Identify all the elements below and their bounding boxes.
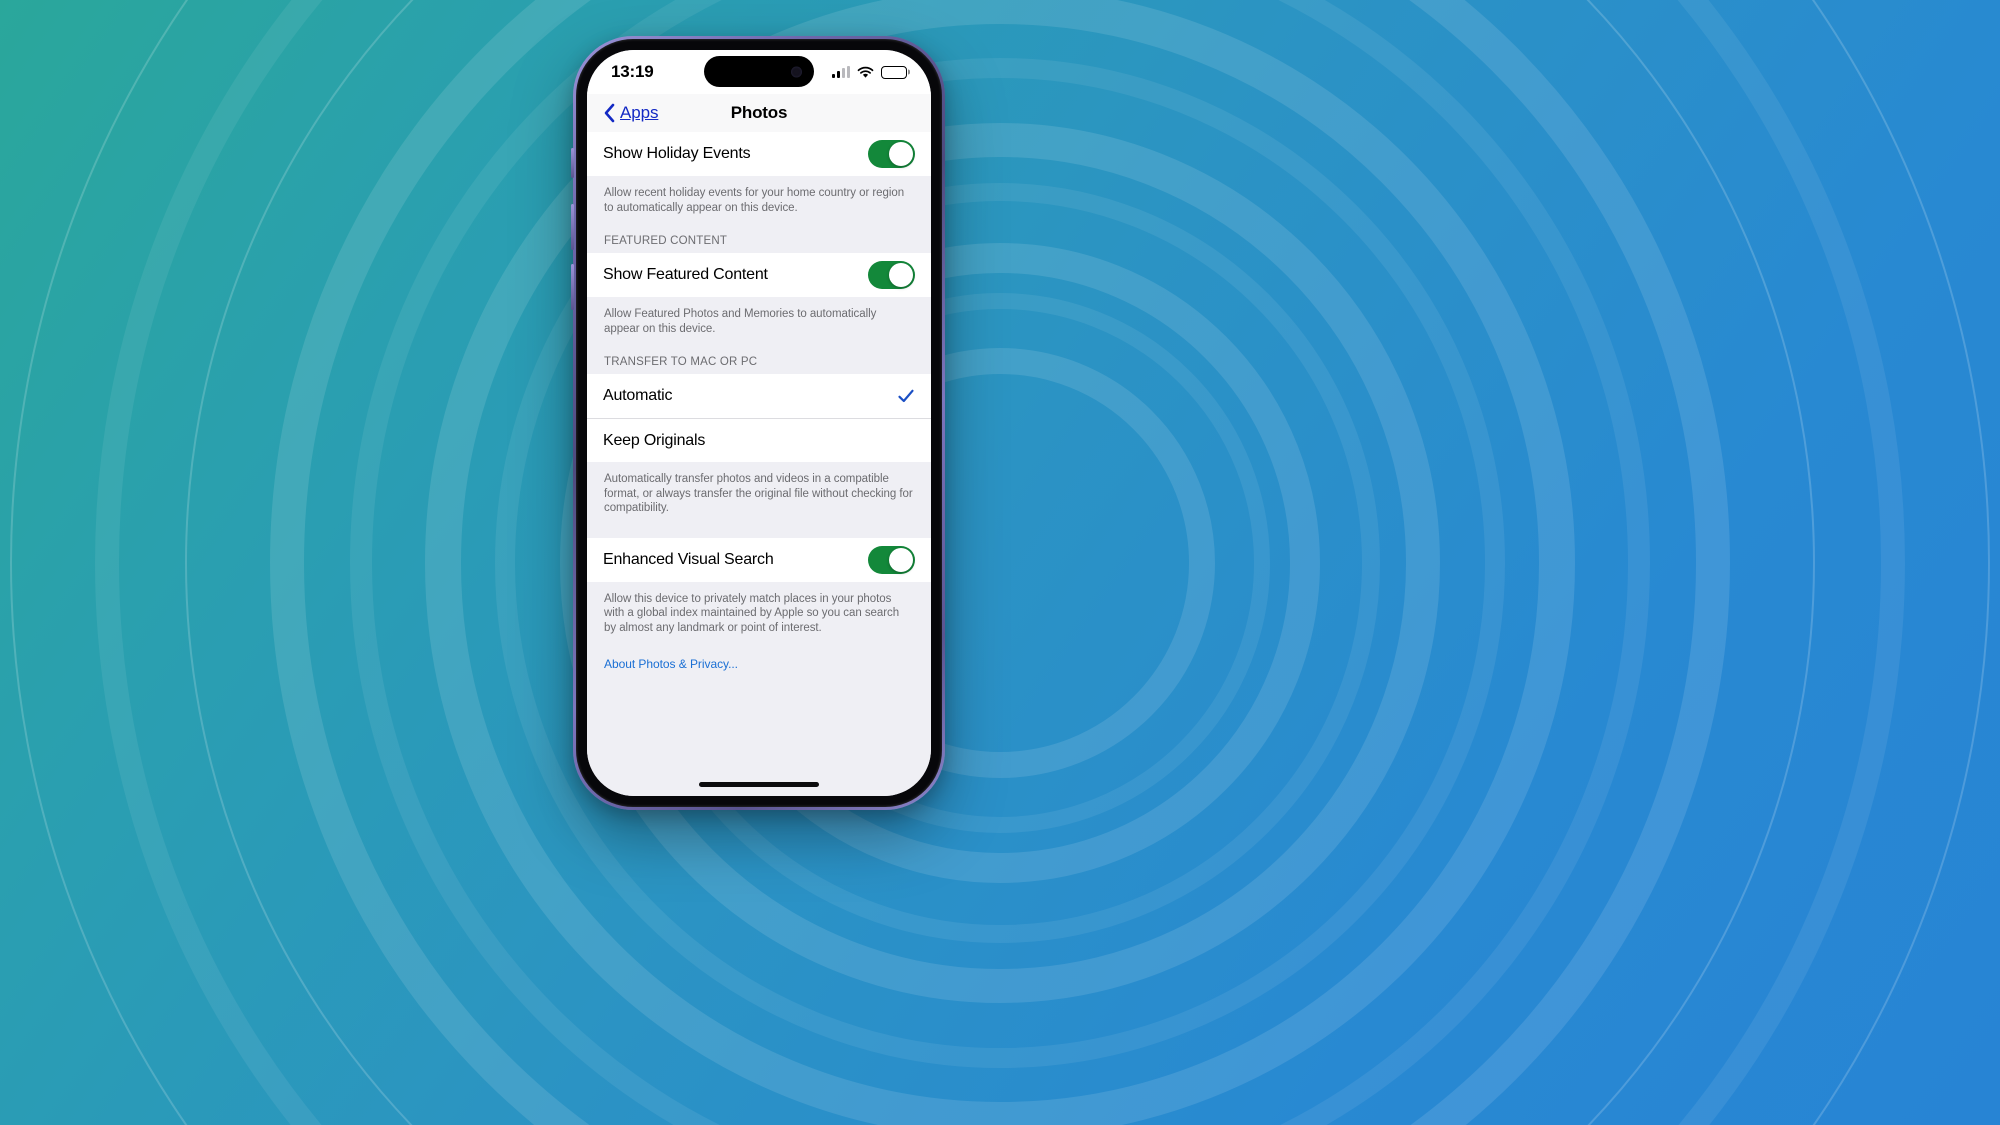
phone-bezel: 13:19 Apps Photos Show Holiday Events Al… [576, 39, 942, 807]
row-label: Show Featured Content [603, 266, 768, 283]
toggle-show-featured-content[interactable] [868, 261, 915, 289]
checkmark-icon [898, 389, 914, 403]
status-indicators [832, 65, 907, 79]
wifi-icon [857, 66, 874, 78]
settings-list[interactable]: Show Holiday Events Allow recent holiday… [587, 132, 931, 796]
toggle-knob [889, 263, 913, 287]
row-show-featured-content[interactable]: Show Featured Content [587, 253, 931, 297]
action-button[interactable] [571, 148, 574, 178]
row-label: Keep Originals [603, 431, 706, 449]
signal-bars-icon [832, 66, 850, 78]
toggle-show-holiday-events[interactable] [868, 140, 915, 168]
footnote-enhanced-visual-search: Allow this device to privately match pla… [604, 592, 900, 634]
footnote-transfer: Automatically transfer photos and videos… [604, 473, 913, 514]
volume-up-button[interactable] [571, 204, 574, 250]
status-bar: 13:19 [587, 50, 931, 94]
battery-icon [881, 65, 907, 79]
row-enhanced-visual-search[interactable]: Enhanced Visual Search [587, 537, 931, 582]
status-time: 13:19 [611, 62, 654, 81]
footnote-show-holiday-events: Allow recent holiday events for your hom… [604, 187, 905, 214]
back-button[interactable]: Apps [603, 103, 658, 123]
toggle-knob [889, 547, 913, 572]
iphone-device-frame: 13:19 Apps Photos Show Holiday Events Al… [571, 36, 945, 810]
section-header-transfer: TRANSFER TO MAC OR PC [604, 356, 758, 368]
toggle-knob [889, 142, 913, 166]
volume-down-button[interactable] [571, 264, 574, 310]
chevron-left-icon [604, 103, 615, 123]
background-rings [0, 0, 2000, 1125]
navigation-bar: Apps Photos [587, 94, 931, 132]
back-button-label: Apps [620, 103, 659, 122]
page-title: Photos [730, 103, 788, 122]
background-ring [10, 0, 1990, 1125]
home-indicator[interactable] [699, 782, 819, 787]
row-transfer-automatic[interactable]: Automatic [587, 374, 931, 418]
row-transfer-keep-originals[interactable]: Keep Originals [587, 418, 931, 462]
row-label: Show Holiday Events [603, 145, 751, 162]
row-label: Enhanced Visual Search [603, 550, 774, 568]
front-camera-icon [791, 66, 802, 77]
toggle-enhanced-visual-search[interactable] [868, 545, 915, 574]
about-photos-privacy-link[interactable]: About Photos & Privacy... [587, 635, 931, 671]
phone-screen: 13:19 Apps Photos Show Holiday Events Al… [587, 50, 931, 796]
dynamic-island [704, 56, 814, 87]
row-label: Automatic [603, 387, 673, 404]
row-show-holiday-events[interactable]: Show Holiday Events [587, 132, 931, 176]
section-header-featured-content: FEATURED CONTENT [604, 235, 728, 247]
footnote-featured-content: Allow Featured Photos and Memories to au… [604, 308, 877, 335]
